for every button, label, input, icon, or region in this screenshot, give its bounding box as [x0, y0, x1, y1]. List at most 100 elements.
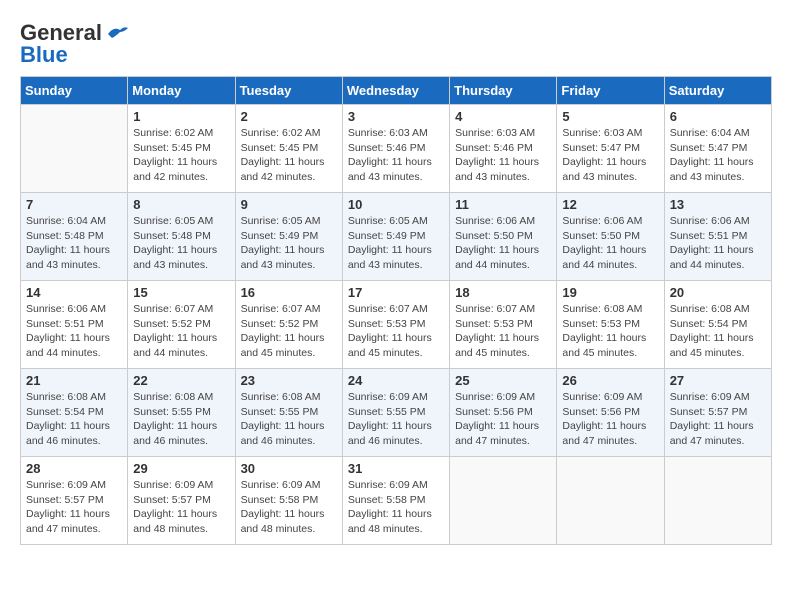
header-saturday: Saturday: [664, 77, 771, 105]
day-number: 4: [455, 109, 551, 124]
day-number: 15: [133, 285, 229, 300]
calendar-cell: 21Sunrise: 6:08 AMSunset: 5:54 PMDayligh…: [21, 369, 128, 457]
day-number: 8: [133, 197, 229, 212]
day-info: Sunrise: 6:09 AMSunset: 5:58 PMDaylight:…: [241, 478, 337, 537]
day-info: Sunrise: 6:08 AMSunset: 5:55 PMDaylight:…: [133, 390, 229, 449]
calendar-header-row: SundayMondayTuesdayWednesdayThursdayFrid…: [21, 77, 772, 105]
day-number: 16: [241, 285, 337, 300]
calendar-week-row: 28 Sunrise: 6:09 AMSunset: 5:57 PMDayligh…: [21, 457, 772, 545]
day-number: 14: [26, 285, 122, 300]
calendar-cell: 27 Sunrise: 6:09 AMSunset: 5:57 PMDayligh…: [664, 369, 771, 457]
day-info: Sunrise: 6:09 AMSunset: 5:58 PMDaylight:…: [348, 478, 444, 537]
day-info: Sunrise: 6:03 AMSunset: 5:47 PMDaylight:…: [562, 126, 658, 185]
day-number: 3: [348, 109, 444, 124]
day-info: Sunrise: 6:06 AMSunset: 5:50 PMDaylight:…: [455, 214, 551, 273]
day-number: 2: [241, 109, 337, 124]
header-wednesday: Wednesday: [342, 77, 449, 105]
day-info: Sunrise: 6:04 AMSunset: 5:47 PMDaylight:…: [670, 126, 766, 185]
day-info: Sunrise: 6:06 AMSunset: 5:51 PMDaylight:…: [670, 214, 766, 273]
day-number: 5: [562, 109, 658, 124]
calendar-cell: 10 Sunrise: 6:05 AMSunset: 5:49 PMDayligh…: [342, 193, 449, 281]
calendar-cell: 3 Sunrise: 6:03 AMSunset: 5:46 PMDaylight…: [342, 105, 449, 193]
calendar-cell: [664, 457, 771, 545]
day-info: Sunrise: 6:07 AMSunset: 5:52 PMDaylight:…: [133, 302, 229, 361]
page-header: General Blue: [20, 20, 772, 68]
calendar-cell: 28 Sunrise: 6:09 AMSunset: 5:57 PMDayligh…: [21, 457, 128, 545]
header-tuesday: Tuesday: [235, 77, 342, 105]
calendar-cell: 24Sunrise: 6:09 AMSunset: 5:55 PMDayligh…: [342, 369, 449, 457]
day-info: Sunrise: 6:09 AMSunset: 5:56 PMDaylight:…: [562, 390, 658, 449]
day-info: Sunrise: 6:08 AMSunset: 5:53 PMDaylight:…: [562, 302, 658, 361]
calendar-cell: 29 Sunrise: 6:09 AMSunset: 5:57 PMDayligh…: [128, 457, 235, 545]
day-info: Sunrise: 6:09 AMSunset: 5:57 PMDaylight:…: [26, 478, 122, 537]
calendar-cell: 11 Sunrise: 6:06 AMSunset: 5:50 PMDayligh…: [450, 193, 557, 281]
calendar-cell: 9 Sunrise: 6:05 AMSunset: 5:49 PMDaylight…: [235, 193, 342, 281]
day-number: 6: [670, 109, 766, 124]
day-info: Sunrise: 6:05 AMSunset: 5:49 PMDaylight:…: [241, 214, 337, 273]
logo-bird-icon: [106, 24, 128, 42]
day-number: 27: [670, 373, 766, 388]
day-info: Sunrise: 6:08 AMSunset: 5:55 PMDaylight:…: [241, 390, 337, 449]
calendar-week-row: 7Sunrise: 6:04 AMSunset: 5:48 PMDaylight…: [21, 193, 772, 281]
day-info: Sunrise: 6:09 AMSunset: 5:57 PMDaylight:…: [670, 390, 766, 449]
day-number: 1: [133, 109, 229, 124]
calendar-cell: 8 Sunrise: 6:05 AMSunset: 5:48 PMDaylight…: [128, 193, 235, 281]
header-friday: Friday: [557, 77, 664, 105]
day-info: Sunrise: 6:06 AMSunset: 5:50 PMDaylight:…: [562, 214, 658, 273]
day-info: Sunrise: 6:09 AMSunset: 5:56 PMDaylight:…: [455, 390, 551, 449]
calendar-cell: 1Sunrise: 6:02 AMSunset: 5:45 PMDaylight…: [128, 105, 235, 193]
calendar-cell: 2 Sunrise: 6:02 AMSunset: 5:45 PMDaylight…: [235, 105, 342, 193]
calendar-cell: [450, 457, 557, 545]
logo: General Blue: [20, 20, 128, 68]
day-number: 10: [348, 197, 444, 212]
logo-blue: Blue: [20, 42, 68, 68]
day-number: 29: [133, 461, 229, 476]
calendar-cell: 22 Sunrise: 6:08 AMSunset: 5:55 PMDayligh…: [128, 369, 235, 457]
day-number: 23: [241, 373, 337, 388]
calendar-cell: 15 Sunrise: 6:07 AMSunset: 5:52 PMDayligh…: [128, 281, 235, 369]
day-info: Sunrise: 6:05 AMSunset: 5:48 PMDaylight:…: [133, 214, 229, 273]
day-number: 12: [562, 197, 658, 212]
calendar-cell: 12 Sunrise: 6:06 AMSunset: 5:50 PMDayligh…: [557, 193, 664, 281]
calendar-cell: 13 Sunrise: 6:06 AMSunset: 5:51 PMDayligh…: [664, 193, 771, 281]
day-number: 11: [455, 197, 551, 212]
calendar-week-row: 21Sunrise: 6:08 AMSunset: 5:54 PMDayligh…: [21, 369, 772, 457]
day-number: 9: [241, 197, 337, 212]
day-number: 28: [26, 461, 122, 476]
calendar-cell: [557, 457, 664, 545]
day-info: Sunrise: 6:08 AMSunset: 5:54 PMDaylight:…: [670, 302, 766, 361]
calendar-week-row: 1 Sunrise: 6:02 AMSunset: 5:45 PMDaylight…: [21, 105, 772, 193]
day-info: Sunrise: 6:05 AMSunset: 5:49 PMDaylight:…: [348, 214, 444, 273]
calendar-cell: [21, 105, 128, 193]
calendar-table: SundayMondayTuesdayWednesdayThursdayFrid…: [20, 76, 772, 545]
day-number: 13: [670, 197, 766, 212]
calendar-cell: 20 Sunrise: 6:08 AMSunset: 5:54 PMDayligh…: [664, 281, 771, 369]
day-number: 25: [455, 373, 551, 388]
day-info: Sunrise: 6:08 AMSunset: 5:54 PMDaylight:…: [26, 390, 122, 449]
header-thursday: Thursday: [450, 77, 557, 105]
calendar-cell: 7Sunrise: 6:04 AMSunset: 5:48 PMDaylight…: [21, 193, 128, 281]
day-number: 20: [670, 285, 766, 300]
day-info: Sunrise: 6:02 AMSunset: 5:45 PMDaylight:…: [241, 126, 337, 185]
calendar-cell: 19Sunrise: 6:08 AMSunset: 5:53 PMDayligh…: [557, 281, 664, 369]
day-number: 18: [455, 285, 551, 300]
day-info: Sunrise: 6:03 AMSunset: 5:46 PMDaylight:…: [455, 126, 551, 185]
day-info: Sunrise: 6:03 AMSunset: 5:46 PMDaylight:…: [348, 126, 444, 185]
calendar-cell: 6 Sunrise: 6:04 AMSunset: 5:47 PMDaylight…: [664, 105, 771, 193]
day-info: Sunrise: 6:04 AMSunset: 5:48 PMDaylight:…: [26, 214, 122, 273]
header-monday: Monday: [128, 77, 235, 105]
day-info: Sunrise: 6:09 AMSunset: 5:55 PMDaylight:…: [348, 390, 444, 449]
calendar-cell: 17Sunrise: 6:07 AMSunset: 5:53 PMDayligh…: [342, 281, 449, 369]
calendar-cell: 26 Sunrise: 6:09 AMSunset: 5:56 PMDayligh…: [557, 369, 664, 457]
header-sunday: Sunday: [21, 77, 128, 105]
calendar-cell: 23 Sunrise: 6:08 AMSunset: 5:55 PMDayligh…: [235, 369, 342, 457]
day-info: Sunrise: 6:07 AMSunset: 5:53 PMDaylight:…: [455, 302, 551, 361]
calendar-week-row: 14Sunrise: 6:06 AMSunset: 5:51 PMDayligh…: [21, 281, 772, 369]
day-info: Sunrise: 6:07 AMSunset: 5:53 PMDaylight:…: [348, 302, 444, 361]
day-number: 26: [562, 373, 658, 388]
calendar-cell: 4 Sunrise: 6:03 AMSunset: 5:46 PMDaylight…: [450, 105, 557, 193]
day-number: 22: [133, 373, 229, 388]
day-number: 31: [348, 461, 444, 476]
calendar-cell: 18 Sunrise: 6:07 AMSunset: 5:53 PMDayligh…: [450, 281, 557, 369]
day-info: Sunrise: 6:09 AMSunset: 5:57 PMDaylight:…: [133, 478, 229, 537]
